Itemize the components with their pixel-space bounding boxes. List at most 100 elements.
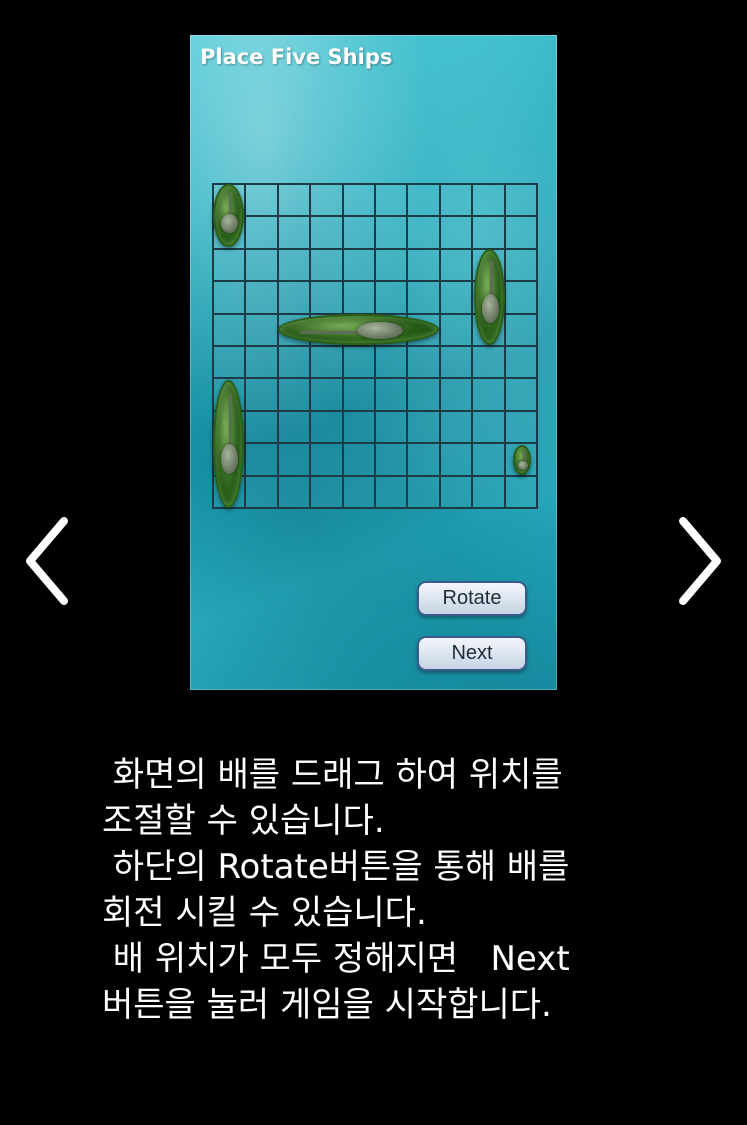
grid-cell[interactable] (246, 379, 279, 412)
grid-cell[interactable] (214, 314, 247, 347)
grid-cell[interactable] (473, 379, 506, 412)
grid-cell[interactable] (440, 444, 474, 477)
ship-turret (357, 322, 403, 340)
grid-cell[interactable] (214, 249, 247, 283)
grid-cell[interactable] (311, 185, 344, 218)
grid-cell[interactable] (408, 411, 441, 445)
grid-cell[interactable] (505, 217, 538, 250)
grid-cell[interactable] (246, 185, 279, 218)
grid-cell[interactable] (440, 314, 474, 347)
grid-cell[interactable] (246, 444, 279, 477)
grid-cell[interactable] (505, 185, 538, 218)
grid-cell[interactable] (311, 217, 344, 250)
grid-cell[interactable] (343, 444, 376, 477)
grid-cell[interactable] (376, 411, 409, 445)
grid-cell[interactable] (440, 282, 474, 315)
ship[interactable] (212, 379, 244, 508)
grid-cell[interactable] (376, 347, 409, 380)
grid-cell[interactable] (376, 249, 409, 283)
grid-cell[interactable] (343, 282, 376, 315)
ship[interactable] (278, 314, 440, 346)
grid-cell[interactable] (473, 411, 506, 445)
grid-cell[interactable] (408, 347, 441, 380)
grid-cell[interactable] (376, 185, 409, 218)
next-button[interactable]: Next (417, 636, 527, 671)
grid-cell[interactable] (246, 249, 279, 283)
grid-cell[interactable] (278, 476, 312, 509)
grid-cell[interactable] (311, 282, 344, 315)
prev-arrow[interactable] (22, 513, 72, 609)
grid-cell[interactable] (408, 217, 441, 250)
grid-cell[interactable] (311, 476, 344, 509)
grid-cell[interactable] (408, 379, 441, 412)
grid-cell[interactable] (278, 379, 312, 412)
grid-cell[interactable] (408, 476, 441, 509)
caption-line: 조절할 수 있습니다. (102, 801, 385, 841)
grid-cell[interactable] (505, 347, 538, 380)
grid-cell[interactable] (408, 282, 441, 315)
grid-cell[interactable] (473, 444, 506, 477)
ship[interactable] (512, 444, 531, 476)
grid-cell[interactable] (343, 249, 376, 283)
grid-cell[interactable] (408, 185, 441, 218)
grid-cell[interactable] (440, 249, 474, 283)
grid-cell[interactable] (343, 217, 376, 250)
grid-cell[interactable] (505, 379, 538, 412)
grid-cell[interactable] (343, 347, 376, 380)
grid-cell[interactable] (343, 411, 376, 445)
grid-cell[interactable] (505, 314, 538, 347)
grid-cell[interactable] (376, 476, 409, 509)
grid-cell[interactable] (376, 444, 409, 477)
grid-cell[interactable] (473, 217, 506, 250)
grid-cell[interactable] (278, 249, 312, 283)
grid-cell[interactable] (214, 347, 247, 380)
grid-cell[interactable] (473, 476, 506, 509)
grid-cell[interactable] (246, 314, 279, 347)
grid-cell[interactable] (440, 411, 474, 445)
grid-cell[interactable] (246, 217, 279, 250)
grid-cell[interactable] (376, 282, 409, 315)
grid-cell[interactable] (246, 411, 279, 445)
grid-cell[interactable] (440, 217, 474, 250)
grid-cell[interactable] (278, 217, 312, 250)
ship-turret (220, 214, 238, 234)
grid-cell[interactable] (408, 249, 441, 283)
game-board[interactable] (212, 183, 538, 509)
grid-cell[interactable] (278, 282, 312, 315)
grid-cell[interactable] (311, 347, 344, 380)
grid-cell[interactable] (311, 379, 344, 412)
grid-cell[interactable] (440, 185, 474, 218)
grid-cell[interactable] (505, 282, 538, 315)
grid-cell[interactable] (246, 476, 279, 509)
grid-cell[interactable] (473, 185, 506, 218)
next-arrow[interactable] (675, 513, 725, 609)
ship-turret (220, 443, 238, 474)
ship[interactable] (212, 184, 244, 248)
grid-cell[interactable] (408, 444, 441, 477)
grid-cell[interactable] (376, 217, 409, 250)
grid-cell[interactable] (440, 347, 474, 380)
grid-cell[interactable] (440, 476, 474, 509)
grid-cell[interactable] (311, 411, 344, 445)
grid-cell[interactable] (505, 476, 538, 509)
grid-cell[interactable] (343, 476, 376, 509)
grid-cell[interactable] (343, 379, 376, 412)
grid-cell[interactable] (278, 347, 312, 380)
grid-cell[interactable] (278, 444, 312, 477)
grid-cell[interactable] (376, 379, 409, 412)
grid-cell[interactable] (246, 347, 279, 380)
grid-cell[interactable] (278, 411, 312, 445)
grid-cell[interactable] (214, 282, 247, 315)
grid-cell[interactable] (440, 379, 474, 412)
screen-title: Place Five Ships (200, 45, 393, 69)
grid-cell[interactable] (473, 347, 506, 380)
grid-cell[interactable] (311, 249, 344, 283)
grid-cell[interactable] (278, 185, 312, 218)
grid-cell[interactable] (311, 444, 344, 477)
grid-cell[interactable] (246, 282, 279, 315)
rotate-button[interactable]: Rotate (417, 581, 527, 616)
grid-cell[interactable] (505, 411, 538, 445)
ship[interactable] (473, 249, 505, 345)
grid-cell[interactable] (343, 185, 376, 218)
grid-cell[interactable] (505, 249, 538, 283)
